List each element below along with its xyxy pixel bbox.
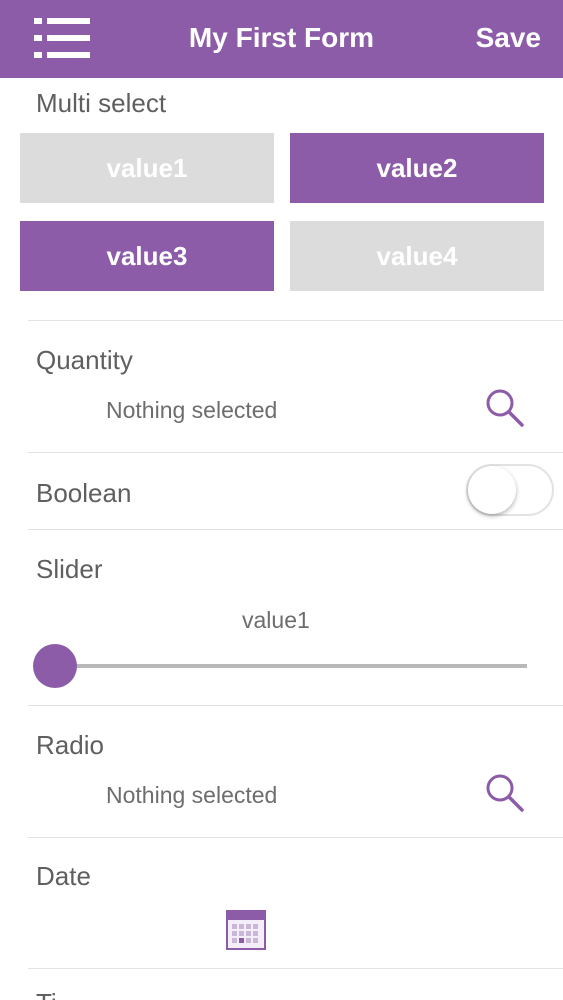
- search-icon[interactable]: [484, 387, 526, 429]
- nav-bar: My First Form Save: [0, 0, 563, 78]
- divider: [28, 837, 563, 838]
- multi-select-label: Multi select: [36, 88, 167, 118]
- multi-select-option-value4[interactable]: value4: [290, 221, 544, 291]
- quantity-label: Quantity: [36, 345, 133, 375]
- option-label: value4: [376, 240, 458, 271]
- multi-select-option-value2[interactable]: value2: [290, 133, 544, 203]
- radio-value[interactable]: Nothing selected: [106, 782, 277, 809]
- slider-track[interactable]: [55, 664, 527, 668]
- menu-list-icon[interactable]: [34, 18, 90, 58]
- calendar-icon[interactable]: [226, 910, 266, 950]
- multi-select-option-value1[interactable]: value1: [20, 133, 274, 203]
- date-label: Date: [36, 861, 91, 891]
- divider: [28, 705, 563, 706]
- divider: [28, 452, 563, 453]
- multi-select-option-value3[interactable]: value3: [20, 221, 274, 291]
- divider: [28, 529, 563, 530]
- boolean-toggle[interactable]: [466, 464, 554, 516]
- slider-thumb[interactable]: [33, 644, 77, 688]
- slider-label: Slider: [36, 554, 103, 584]
- option-label: value1: [106, 152, 188, 183]
- option-label: value3: [106, 240, 188, 271]
- next-section-label: Ti: [36, 988, 57, 1000]
- slider-value: value1: [242, 607, 310, 633]
- save-button[interactable]: Save: [476, 22, 541, 54]
- toggle-knob: [468, 466, 516, 514]
- divider: [28, 320, 563, 321]
- divider: [28, 968, 563, 969]
- quantity-value[interactable]: Nothing selected: [106, 397, 277, 424]
- option-label: value2: [376, 152, 458, 183]
- boolean-label: Boolean: [36, 478, 132, 508]
- search-icon[interactable]: [484, 772, 526, 814]
- radio-label: Radio: [36, 730, 104, 760]
